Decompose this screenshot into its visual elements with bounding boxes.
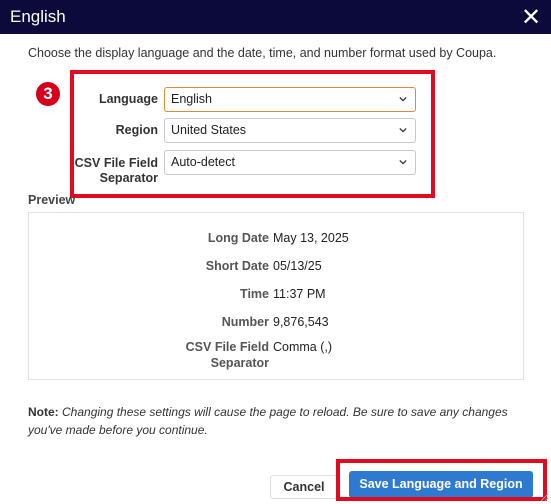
long-date-value: May 13, 2025 [273, 231, 349, 245]
preview-heading: Preview [28, 193, 76, 207]
chevron-down-icon [399, 159, 407, 165]
chevron-down-icon [399, 127, 407, 133]
note-prefix: Note: [28, 405, 59, 419]
short-date-value: 05/13/25 [273, 259, 322, 273]
csv-preview-label-line1: CSV File Field [185, 340, 269, 354]
number-label: Number [221, 315, 269, 329]
short-date-label: Short Date [205, 259, 269, 273]
time-label: Time [240, 287, 269, 301]
dialog-titlebar: English ✕ [0, 0, 551, 34]
region-label: Region [115, 123, 158, 137]
csv-separator-label-line2: Separator [99, 171, 158, 185]
language-select-value: English [171, 92, 212, 106]
language-label: Language [98, 92, 158, 106]
note-body: Changing these settings will cause the p… [28, 405, 508, 437]
csv-separator-select-value: Auto-detect [171, 155, 235, 169]
preview-panel: Long Date May 13, 2025 Short Date 05/13/… [28, 212, 524, 380]
csv-separator-label: CSV File Field Separator [48, 156, 158, 186]
csv-preview-value: Comma (,) [273, 340, 333, 354]
time-value: 11:37 PM [273, 287, 326, 301]
csv-separator-label-line1: CSV File Field [74, 156, 158, 170]
cancel-button[interactable]: Cancel [270, 475, 338, 499]
note-text: Note: Changing these settings will cause… [28, 403, 528, 439]
csv-preview-label: CSV File Field Separator [119, 339, 269, 371]
csv-separator-select[interactable]: Auto-detect [164, 150, 416, 175]
number-value: 9,876,543 [273, 315, 329, 329]
chevron-down-icon [399, 96, 407, 102]
csv-preview-label-line2: Separator [210, 356, 269, 370]
long-date-label: Long Date [207, 231, 269, 245]
intro-text: Choose the display language and the date… [28, 46, 497, 60]
close-icon[interactable]: ✕ [519, 4, 543, 30]
language-select[interactable]: English [164, 87, 416, 112]
region-select-value: United States [171, 123, 247, 137]
resize-grip-icon[interactable] [539, 492, 549, 502]
dialog-title: English [10, 7, 66, 26]
save-language-region-button[interactable]: Save Language and Region [349, 471, 533, 498]
region-select[interactable]: United States [164, 118, 416, 143]
